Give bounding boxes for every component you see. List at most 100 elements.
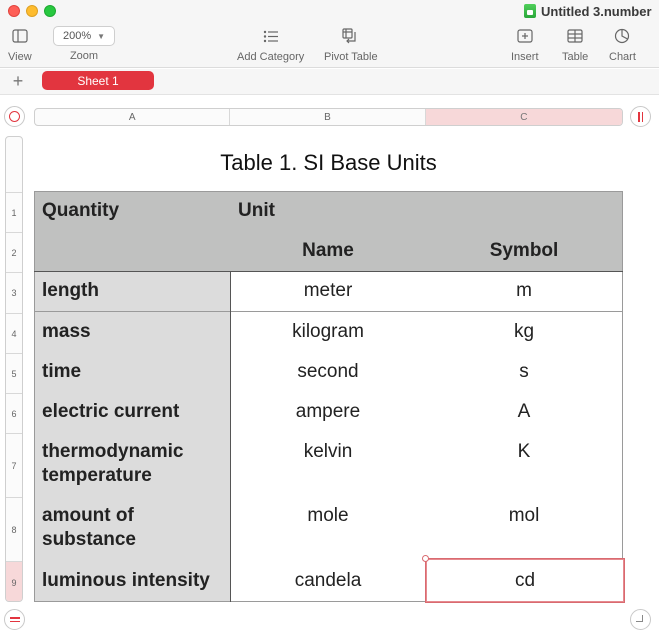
table-row-label[interactable]: electric current [34,392,231,433]
unit-symbol-cell[interactable]: K [426,432,623,497]
row-header-bar: 1 2 3 4 5 6 7 8 9 [5,136,23,602]
document-title-text: Untitled 3.number [541,3,652,19]
row-header-3[interactable]: 3 [6,272,22,313]
header-quantity-text: Quantity [42,200,120,221]
row-header-8[interactable]: 8 [6,497,22,562]
table-row-label[interactable]: time [34,352,231,393]
header-symbol-text: Symbol [489,240,559,261]
add-column-handle[interactable] [630,106,651,127]
unit-symbol-text: K [517,441,531,462]
pivot-table-label: Pivot Table [324,51,378,63]
unit-symbol-cell[interactable]: s [426,352,623,393]
header-cell-symbol[interactable]: Symbol [426,231,623,272]
unit-symbol-text: kg [513,321,535,342]
table-title[interactable]: Table 1. SI Base Units [34,150,623,176]
row-header-7[interactable]: 7 [6,433,22,498]
insert-icon [517,26,533,46]
zoom-control[interactable]: 200% ▼ Zoom [53,26,115,62]
insert-button[interactable]: Insert [511,26,539,63]
column-header-c[interactable]: C [425,109,622,125]
add-category-label: Add Category [237,51,305,63]
unit-symbol-text: cd [514,569,536,591]
quantity-text: mass [42,321,91,342]
header-cell-empty[interactable] [426,191,623,232]
circle-icon [9,111,20,122]
numbers-document-icon [524,4,536,18]
unit-name-text: ampere [295,401,361,422]
table-button[interactable]: Table [562,26,588,63]
column-header-a[interactable]: A [35,109,231,125]
header-cell-unit[interactable]: Unit [230,191,427,232]
header-cell-quantity[interactable]: Quantity [34,191,231,232]
table-row-label[interactable]: length [34,271,231,312]
view-button[interactable]: View [8,26,32,63]
unit-symbol-text: A [517,401,531,422]
row-header-2[interactable]: 2 [6,232,22,273]
row-header-9[interactable]: 9 [6,561,22,601]
select-table-button[interactable] [4,106,25,127]
unit-symbol-text: mol [508,505,540,526]
view-label: View [8,51,32,63]
unit-name-text: kelvin [303,441,353,462]
quantity-text: thermodynamic temperature [42,441,184,486]
unit-symbol-text: s [519,361,529,382]
row-header-5[interactable]: 5 [6,353,22,394]
table-icon [567,26,583,46]
column-header-b[interactable]: B [230,109,426,125]
unit-symbol-text: m [516,280,532,301]
sidebar-icon [12,26,28,46]
row-handle-icon [9,617,20,619]
unit-symbol-cell[interactable]: mol [426,496,623,561]
list-icon [263,26,279,46]
row-header-1[interactable]: 1 [6,192,22,233]
quantity-text: electric current [42,401,180,422]
add-sheet-button[interactable]: + [10,70,26,92]
unit-name-text: candela [294,570,362,591]
close-window-button[interactable] [8,5,20,17]
chart-button[interactable]: Chart [609,26,636,63]
window-toolbar: Untitled 3.number View 200% ▼ Zoom Add C… [0,0,659,68]
unit-symbol-cell[interactable]: A [426,392,623,433]
zoom-label: Zoom [69,50,99,62]
pivot-table-button[interactable]: Pivot Table [324,26,378,63]
unit-name-text: kilogram [292,321,364,342]
row-header-6[interactable]: 6 [6,393,22,434]
unit-name-cell[interactable]: mole [230,496,427,561]
selection-handle[interactable] [422,555,429,562]
sheet-tabs-bar: + Sheet 1 [0,69,659,95]
minimize-window-button[interactable] [26,5,38,17]
add-row-handle[interactable] [4,609,25,630]
header-cell-name[interactable]: Name [230,231,427,272]
unit-name-cell[interactable]: kilogram [230,312,427,353]
header-name-text: Name [302,240,354,261]
unit-name-cell[interactable]: meter [230,271,427,312]
quantity-text: luminous intensity [42,570,210,591]
unit-symbol-cell[interactable]: m [426,271,623,312]
unit-name-cell[interactable]: ampere [230,392,427,433]
resize-icon [636,615,643,622]
table-label: Table [562,51,589,63]
table-row-label[interactable]: luminous intensity [34,560,231,602]
pivot-table-icon [342,26,359,46]
header-cell-empty-2[interactable] [34,231,231,272]
column-handle-icon [638,111,640,122]
sheet-tab-1[interactable]: Sheet 1 [42,71,154,90]
unit-symbol-cell[interactable]: kg [426,312,623,353]
unit-name-cell[interactable]: second [230,352,427,393]
unit-name-text: mole [307,505,349,526]
table-row-label[interactable]: thermodynamic temperature [34,432,231,497]
resize-table-handle[interactable] [630,609,651,630]
selected-cell-c9[interactable]: cd [425,558,625,603]
quantity-text: length [42,280,99,301]
row-header-4[interactable]: 4 [6,313,22,354]
unit-name-cell[interactable]: kelvin [230,432,427,497]
zoom-value: 200% [62,30,92,42]
add-category-button[interactable]: Add Category [237,26,304,63]
unit-name-cell[interactable]: candela [230,560,427,602]
header-separator [34,271,623,272]
table-row-label[interactable]: mass [34,312,231,353]
unit-name-text: meter [303,280,353,301]
table-row-label[interactable]: amount of substance [34,496,231,561]
zoom-dropdown[interactable]: 200% ▼ [53,26,115,46]
fullscreen-window-button[interactable] [44,5,56,17]
